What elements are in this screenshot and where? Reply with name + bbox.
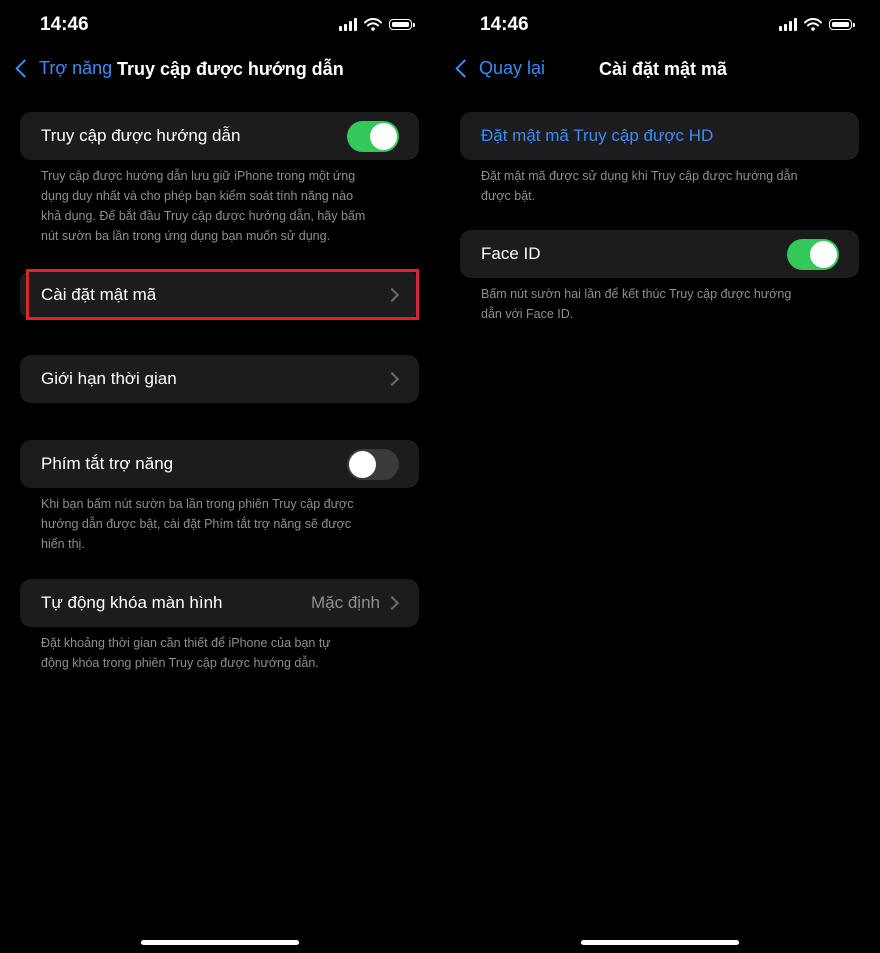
footer-line: Đặt mật mã được sử dụng khi Truy cập đượ… [481, 169, 798, 183]
cellular-signal-icon [779, 18, 797, 31]
guided-access-toggle[interactable] [347, 121, 399, 152]
status-time: 14:46 [480, 14, 529, 35]
auto-lock-row[interactable]: Tự động khóa màn hình Mặc định [20, 579, 419, 627]
footer-line: Khi bạn bấm nút sườn ba lần trong phiên … [41, 497, 354, 511]
auto-lock-label: Tự động khóa màn hình [41, 593, 223, 612]
back-button[interactable]: Trợ năng [12, 58, 112, 79]
back-button-label: Quay lại [479, 58, 546, 78]
footer-line: được bật. [481, 189, 536, 203]
status-bar: 14:46 [440, 12, 880, 40]
face-id-label: Face ID [481, 244, 541, 263]
passcode-settings-screen: 14:46 Quay lại Cài đặt mật mã Đặt mật mã… [440, 0, 880, 953]
navigation-bar: Quay lại Cài đặt mật mã [440, 56, 880, 88]
face-id-row: Face ID [460, 230, 859, 278]
home-indicator[interactable] [141, 940, 299, 945]
status-time: 14:46 [40, 14, 89, 35]
footer-line: dẫn với Face ID. [481, 307, 574, 321]
accessibility-shortcut-label: Phím tắt trợ năng [41, 454, 174, 473]
status-icons [779, 18, 855, 31]
footer-line: dụng duy nhất và cho phép bạn kiểm soát … [41, 189, 354, 203]
set-passcode-row[interactable]: Đặt mật mã Truy cập được HD [460, 112, 859, 160]
chevron-left-icon [455, 59, 474, 78]
page-title: Cài đặt mật mã [599, 59, 728, 79]
footer-line: hiển thị. [41, 537, 85, 551]
accessibility-shortcut-description: Khi bạn bấm nút sườn ba lần trong phiên … [41, 494, 401, 554]
time-limits-row[interactable]: Giới hạn thời gian [20, 355, 419, 403]
highlight-box [26, 269, 419, 320]
guided-access-description: Truy cập được hướng dẫn lưu giữ iPhone t… [41, 166, 401, 246]
status-icons [339, 18, 415, 31]
guided-access-screen: 14:46 Trợ năng Truy cập được hướng dẫn T… [0, 0, 440, 953]
guided-access-label: Truy cập được hướng dẫn [41, 126, 241, 145]
guided-access-row: Truy cập được hướng dẫn [20, 112, 419, 160]
back-button-label: Trợ năng [39, 58, 113, 78]
footer-line: nút sườn ba lần trong ứng dụng bạn muốn … [41, 229, 331, 243]
face-id-toggle[interactable] [787, 239, 839, 270]
footer-line: Đặt khoảng thời gian cần thiết để iPhone… [41, 636, 331, 650]
navigation-bar: Trợ năng Truy cập được hướng dẫn [0, 56, 440, 88]
status-bar: 14:46 [0, 12, 440, 40]
cellular-signal-icon [339, 18, 357, 31]
footer-line: khả dụng. Để bắt đầu Truy cập được hướng… [41, 209, 366, 223]
chevron-right-icon [384, 371, 400, 387]
set-passcode-description: Đặt mật mã được sử dụng khi Truy cập đượ… [481, 166, 841, 206]
auto-lock-description: Đặt khoảng thời gian cần thiết để iPhone… [41, 633, 401, 673]
wifi-icon [804, 18, 822, 31]
footer-line: Bấm nút sườn hai lần để kết thúc Truy cậ… [481, 287, 792, 301]
face-id-description: Bấm nút sườn hai lần để kết thúc Truy cậ… [481, 284, 841, 324]
footer-line: hướng dẫn được bật, cài đặt Phím tắt trợ… [41, 517, 352, 531]
wifi-icon [364, 18, 382, 31]
accessibility-shortcut-row: Phím tắt trợ năng [20, 440, 419, 488]
footer-line: Truy cập được hướng dẫn lưu giữ iPhone t… [41, 169, 356, 183]
set-passcode-label: Đặt mật mã Truy cập được HD [481, 126, 714, 145]
battery-icon [389, 19, 415, 30]
auto-lock-value: Mặc định [311, 593, 380, 612]
accessibility-shortcut-toggle[interactable] [347, 449, 399, 480]
chevron-left-icon [15, 59, 34, 78]
footer-line: động khóa trong phiên Truy cập được hướn… [41, 656, 319, 670]
page-title: Truy cập được hướng dẫn [117, 59, 344, 79]
chevron-right-icon [384, 595, 400, 611]
back-button[interactable]: Quay lại [452, 58, 545, 79]
battery-icon [829, 19, 855, 30]
home-indicator[interactable] [581, 940, 739, 945]
time-limits-label: Giới hạn thời gian [41, 369, 177, 388]
